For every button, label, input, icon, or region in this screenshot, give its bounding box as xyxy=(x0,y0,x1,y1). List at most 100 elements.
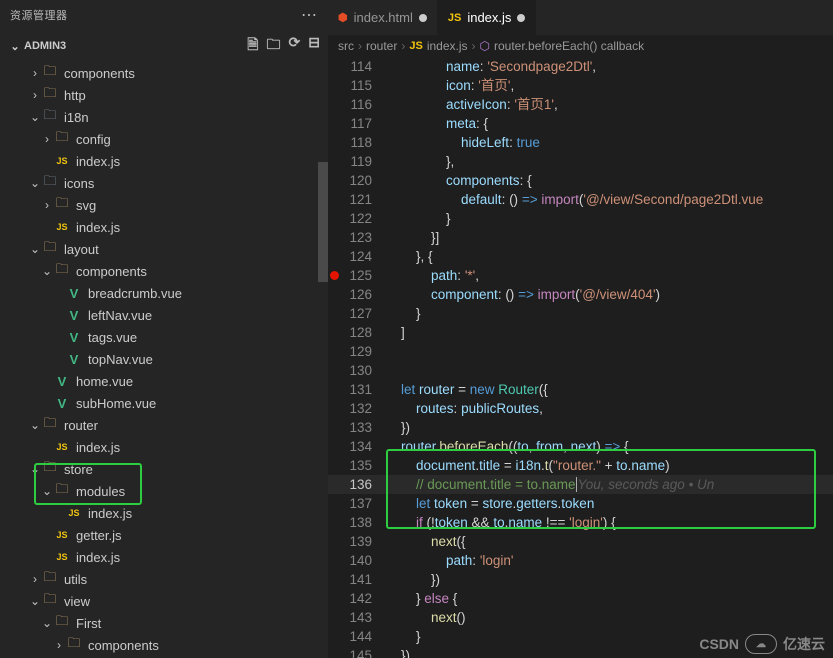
twistie-icon[interactable] xyxy=(52,506,66,520)
code-content[interactable]: } xyxy=(386,209,451,228)
line-number[interactable]: 114 xyxy=(328,57,386,76)
code-line[interactable]: 142 } else { xyxy=(328,589,833,608)
code-line[interactable]: 141 }) xyxy=(328,570,833,589)
code-content[interactable]: routes: publicRoutes, xyxy=(386,399,543,418)
twistie-icon[interactable]: › xyxy=(52,638,66,652)
folder-item[interactable]: ⌄🗀store xyxy=(0,458,328,480)
code-content[interactable]: path: '*', xyxy=(386,266,479,285)
code-content[interactable]: next() xyxy=(386,608,466,627)
code-content[interactable]: if (!token && to.name !== 'login') { xyxy=(386,513,616,532)
code-line[interactable]: 129 xyxy=(328,342,833,361)
twistie-icon[interactable]: ⌄ xyxy=(28,242,42,256)
code-content[interactable]: }, { xyxy=(386,247,433,266)
twistie-icon[interactable] xyxy=(52,308,66,322)
folder-item[interactable]: ⌄🗀i18n xyxy=(0,106,328,128)
code-line[interactable]: 115 icon: '首页', xyxy=(328,76,833,95)
twistie-icon[interactable] xyxy=(52,330,66,344)
twistie-icon[interactable]: ⌄ xyxy=(28,418,42,432)
line-number[interactable]: 137 xyxy=(328,494,386,513)
file-item[interactable]: VsubHome.vue xyxy=(0,392,328,414)
line-number[interactable]: 125 xyxy=(328,266,386,285)
code-content[interactable]: let router = new Router({ xyxy=(386,380,548,399)
code-content[interactable]: ] xyxy=(386,323,405,342)
code-line[interactable]: 143 next() xyxy=(328,608,833,627)
line-number[interactable]: 126 xyxy=(328,285,386,304)
line-number[interactable]: 129 xyxy=(328,342,386,361)
line-number[interactable]: 130 xyxy=(328,361,386,380)
code-content[interactable]: }) xyxy=(386,646,410,658)
code-content[interactable]: }) xyxy=(386,418,410,437)
twistie-icon[interactable]: › xyxy=(28,88,42,102)
code-line[interactable]: 126 component: () => import('@/view/404'… xyxy=(328,285,833,304)
code-line[interactable]: 130 xyxy=(328,361,833,380)
code-line[interactable]: 133 }) xyxy=(328,418,833,437)
twistie-icon[interactable] xyxy=(40,440,54,454)
line-number[interactable]: 120 xyxy=(328,171,386,190)
twistie-icon[interactable]: ⌄ xyxy=(28,110,42,124)
code-line[interactable]: 114 name: 'Secondpage2Dtl', xyxy=(328,57,833,76)
twistie-icon[interactable] xyxy=(40,528,54,542)
line-number[interactable]: 133 xyxy=(328,418,386,437)
line-number[interactable]: 145 xyxy=(328,646,386,658)
code-content[interactable]: component: () => import('@/view/404') xyxy=(386,285,660,304)
workspace-section-header[interactable]: ⌄ ADMIN3 🗎 🗀 ⟳ ⊟ xyxy=(0,30,328,62)
code-line[interactable]: 122 } xyxy=(328,209,833,228)
line-number[interactable]: 139 xyxy=(328,532,386,551)
code-content[interactable]: // document.title = to.nameYou, seconds … xyxy=(386,475,724,494)
breadcrumb[interactable]: src› router›JS index.js›⬡ router.beforeE… xyxy=(328,35,833,57)
line-number[interactable]: 123 xyxy=(328,228,386,247)
line-number[interactable]: 141 xyxy=(328,570,386,589)
twistie-icon[interactable] xyxy=(40,220,54,234)
file-item[interactable]: Vhome.vue xyxy=(0,370,328,392)
breadcrumb-segment[interactable]: router xyxy=(366,39,397,53)
twistie-icon[interactable] xyxy=(40,374,54,388)
twistie-icon[interactable]: ⌄ xyxy=(40,484,54,498)
line-number[interactable]: 138 xyxy=(328,513,386,532)
line-number[interactable]: 118 xyxy=(328,133,386,152)
code-content[interactable]: }) xyxy=(386,570,440,589)
code-content[interactable]: icon: '首页', xyxy=(386,76,514,95)
folder-item[interactable]: ›🗀svg xyxy=(0,194,328,216)
line-number[interactable]: 121 xyxy=(328,190,386,209)
editor-tab[interactable]: JSindex.js xyxy=(438,0,537,35)
breadcrumb-segment[interactable]: index.js xyxy=(427,39,468,53)
twistie-icon[interactable] xyxy=(52,352,66,366)
twistie-icon[interactable] xyxy=(40,550,54,564)
code-line[interactable]: 140 path: 'login' xyxy=(328,551,833,570)
twistie-icon[interactable]: ⌄ xyxy=(28,176,42,190)
line-number[interactable]: 116 xyxy=(328,95,386,114)
folder-item[interactable]: ⌄🗀view xyxy=(0,590,328,612)
twistie-icon[interactable]: › xyxy=(28,572,42,586)
folder-item[interactable]: ⌄🗀layout xyxy=(0,238,328,260)
folder-item[interactable]: ›🗀components xyxy=(0,634,328,656)
line-number[interactable]: 132 xyxy=(328,399,386,418)
file-item[interactable]: JSgetter.js xyxy=(0,524,328,546)
twistie-icon[interactable]: ⌄ xyxy=(28,462,42,476)
folder-item[interactable]: ⌄🗀components xyxy=(0,260,328,282)
twistie-icon[interactable]: ⌄ xyxy=(40,264,54,278)
code-line[interactable]: 135 document.title = i18n.t("router." + … xyxy=(328,456,833,475)
line-number[interactable]: 128 xyxy=(328,323,386,342)
twistie-icon[interactable]: ⌄ xyxy=(28,594,42,608)
code-content[interactable]: }, xyxy=(386,152,454,171)
line-number[interactable]: 122 xyxy=(328,209,386,228)
twistie-icon[interactable] xyxy=(40,154,54,168)
code-line[interactable]: 139 next({ xyxy=(328,532,833,551)
new-folder-icon[interactable]: 🗀 xyxy=(267,34,281,58)
code-content[interactable]: next({ xyxy=(386,532,466,551)
code-editor[interactable]: 114 name: 'Secondpage2Dtl',115 icon: '首页… xyxy=(328,57,833,658)
file-item[interactable]: JSindex.js xyxy=(0,150,328,172)
code-line[interactable]: 132 routes: publicRoutes, xyxy=(328,399,833,418)
file-item[interactable]: VtopNav.vue xyxy=(0,348,328,370)
code-content[interactable]: components: { xyxy=(386,171,532,190)
folder-item[interactable]: ⌄🗀router xyxy=(0,414,328,436)
code-content[interactable]: name: 'Secondpage2Dtl', xyxy=(386,57,596,76)
editor-tab[interactable]: ⬢index.html xyxy=(328,0,438,35)
code-content[interactable]: } xyxy=(386,304,421,323)
file-item[interactable]: Vtags.vue xyxy=(0,326,328,348)
twistie-icon[interactable]: ⌄ xyxy=(40,616,54,630)
code-content[interactable]: hideLeft: true xyxy=(386,133,540,152)
code-line[interactable]: 137 let token = store.getters.token xyxy=(328,494,833,513)
file-item[interactable]: JSindex.js xyxy=(0,502,328,524)
breadcrumb-segment[interactable]: router.beforeEach() callback xyxy=(494,39,644,53)
